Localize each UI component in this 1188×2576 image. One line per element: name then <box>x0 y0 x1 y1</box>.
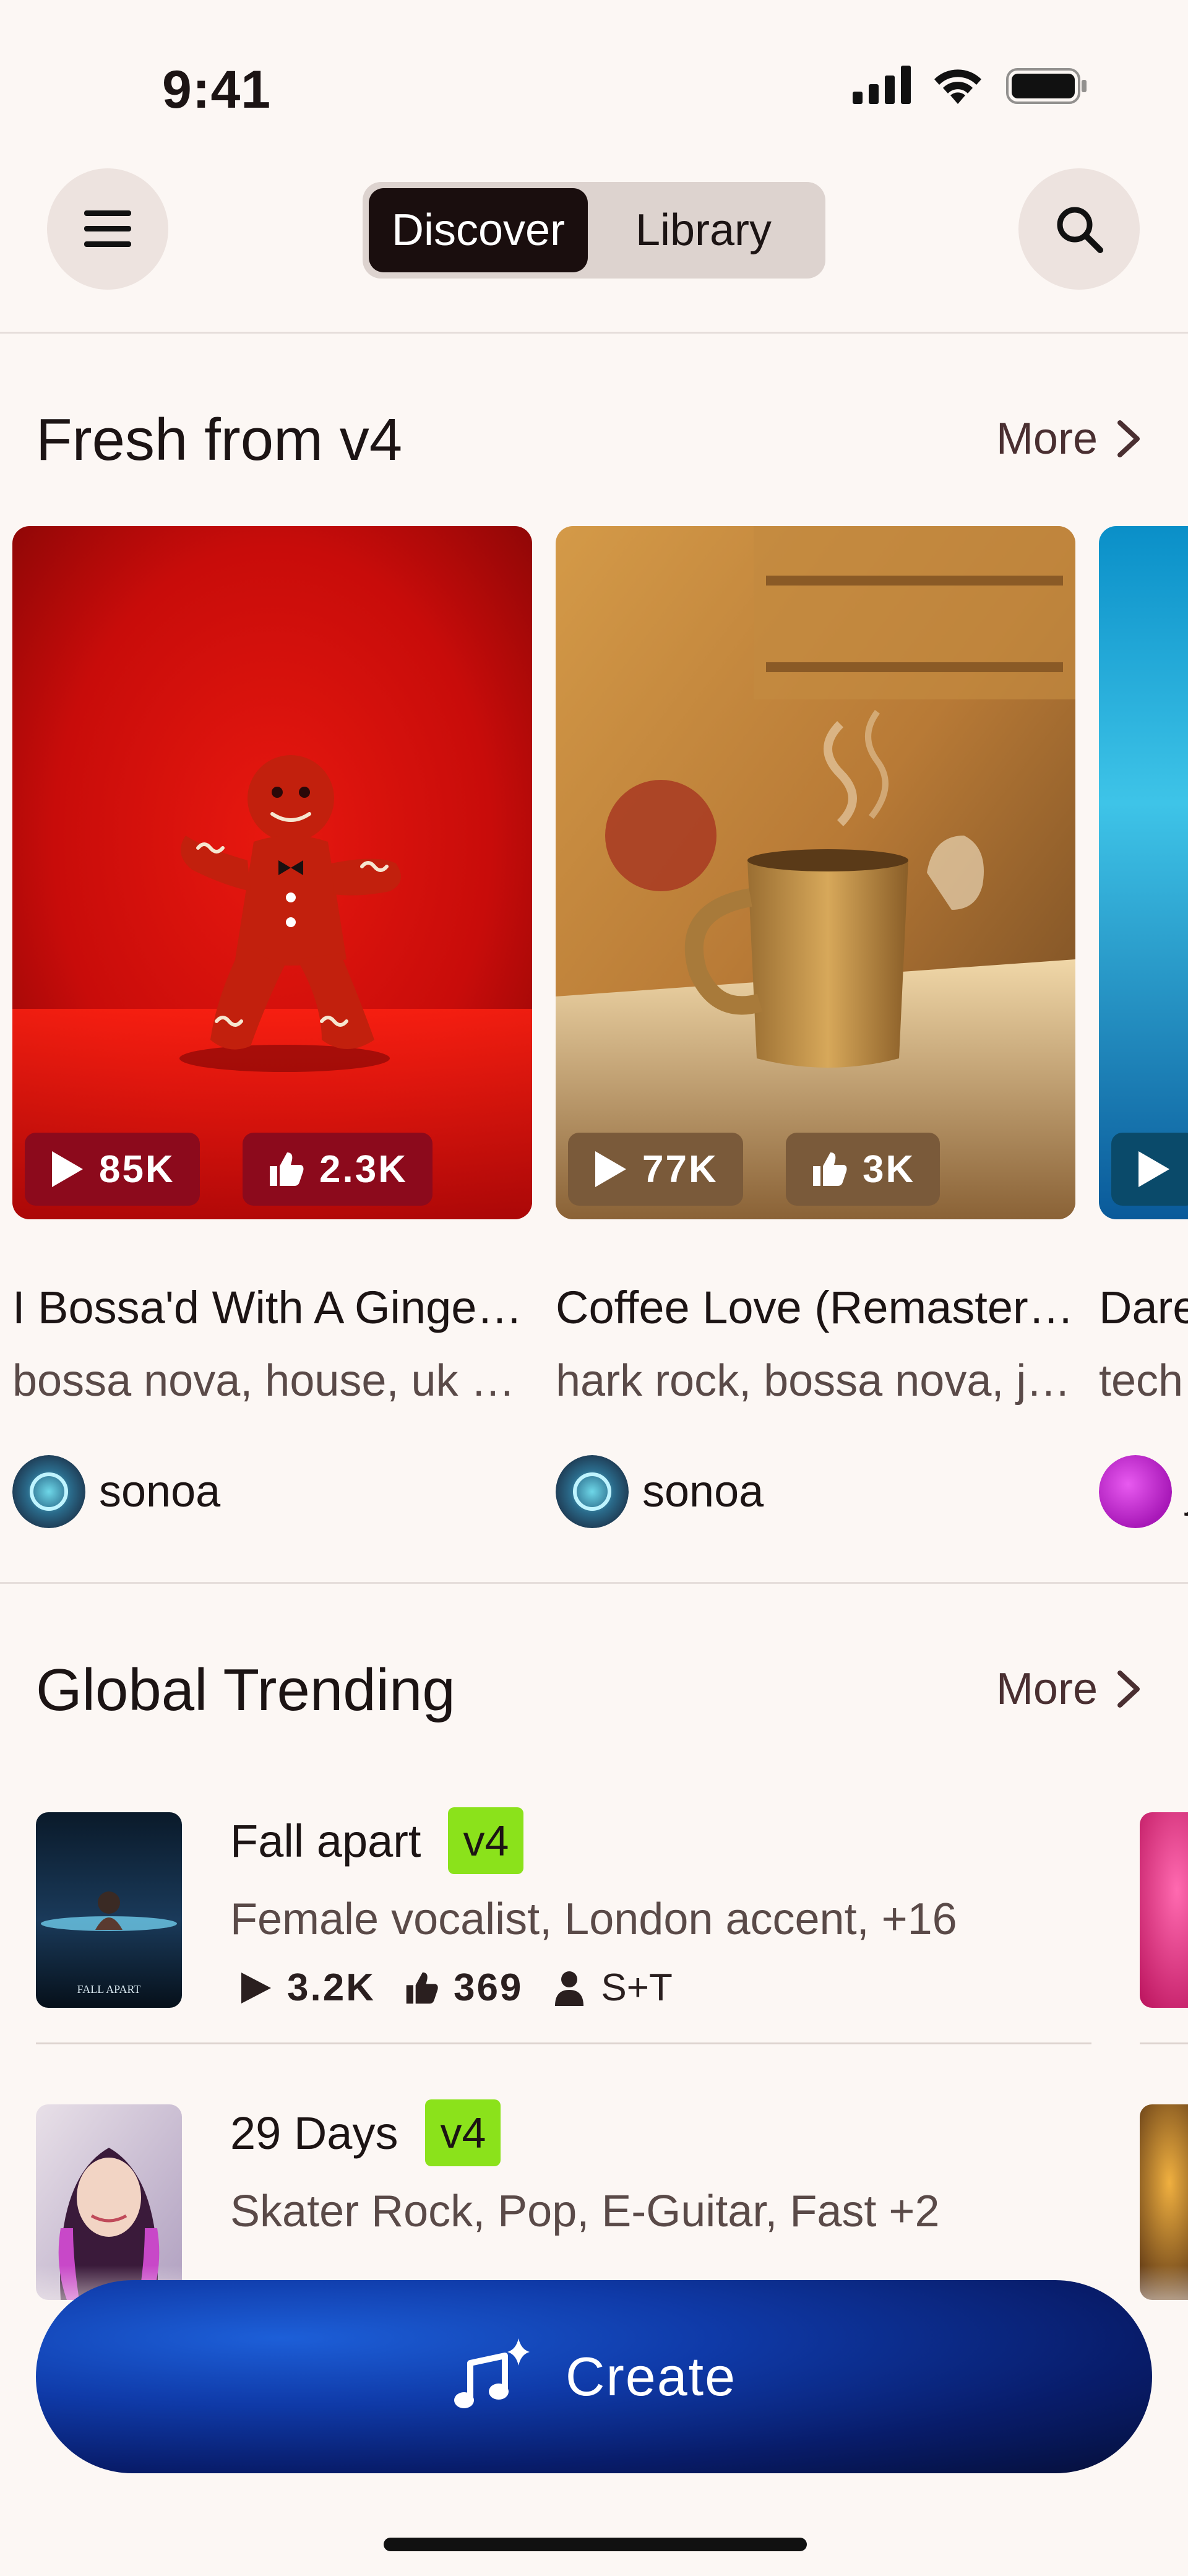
author-name: j <box>1186 1466 1188 1517</box>
music-sparkle-icon <box>454 2338 530 2408</box>
version-badge: v4 <box>425 2099 501 2166</box>
author-stat[interactable]: S+T <box>551 1966 673 2010</box>
play-icon <box>52 1151 83 1187</box>
avatar <box>556 1455 629 1528</box>
song-author[interactable]: sonoa <box>12 1454 220 1529</box>
play-stat: 3.2K <box>238 1966 376 2010</box>
like-count: 2.3K <box>319 1148 408 1191</box>
author-name: sonoa <box>99 1467 221 1516</box>
create-label: Create <box>565 2346 737 2407</box>
song-title[interactable]: 29 Days <box>230 2107 398 2159</box>
trending-row[interactable]: FALL APART Fall apart v4 Female vocalist… <box>0 1807 1188 2042</box>
home-indicator[interactable] <box>384 2538 807 2551</box>
chevron-right-icon <box>1117 420 1140 457</box>
song-title[interactable]: Coffee Love (Remastered) <box>556 1281 1075 1334</box>
song-card[interactable]: Dare tech j <box>1099 526 1188 1528</box>
play-count: 77K <box>642 1148 718 1191</box>
discover-screen: 9:41 Discover Library Fresh from v4 More… <box>0 0 1188 2576</box>
battery-icon <box>1006 68 1087 104</box>
play-icon <box>595 1151 626 1187</box>
song-title-line: 29 Days v4 <box>230 2099 501 2166</box>
play-count: 85K <box>99 1148 175 1191</box>
song-stats: 3.2K 369 S+T <box>238 1966 682 2010</box>
section-divider <box>0 1582 1188 1584</box>
song-card[interactable]: 85K 2.3K I Bossa'd With A Gingerbread Ma… <box>12 526 532 1528</box>
nav-divider <box>0 332 1188 334</box>
song-cover[interactable]: FALL APART <box>36 1812 182 2008</box>
song-title-line: Fall apart v4 <box>230 1807 524 1874</box>
avatar <box>12 1455 85 1528</box>
author-name: sonoa <box>642 1467 764 1516</box>
fresh-more-link[interactable]: More <box>996 413 1142 464</box>
play-count-chip: 85K <box>25 1133 200 1206</box>
tab-discover[interactable]: Discover <box>369 188 588 272</box>
play-icon <box>241 1972 271 2003</box>
section-title-fresh: Fresh from v4 <box>36 407 403 473</box>
thumbs-up-icon <box>406 1972 438 2003</box>
song-cover[interactable] <box>1140 1812 1188 2008</box>
author-name: S+T <box>601 1966 673 2009</box>
play-count-chip <box>1111 1133 1188 1206</box>
song-author[interactable]: sonoa <box>556 1454 764 1529</box>
status-time: 9:41 <box>162 60 272 119</box>
song-title[interactable]: Fall apart <box>230 1815 421 1867</box>
section-title-trending: Global Trending <box>36 1657 455 1723</box>
song-title[interactable]: Dare <box>1099 1281 1188 1334</box>
view-switcher: Discover Library <box>363 182 825 279</box>
song-tags: Skater Rock, Pop, E-Guitar, Fast +2 <box>230 2187 940 2236</box>
menu-button[interactable] <box>47 168 168 290</box>
song-tags: Female vocalist, London accent, +16 <box>230 1895 957 1944</box>
play-icon <box>1138 1151 1169 1187</box>
status-bar: 9:41 <box>0 0 1188 149</box>
avatar <box>1099 1455 1172 1528</box>
fresh-more-label: More <box>996 414 1098 464</box>
ocean-artwork <box>1099 526 1188 1219</box>
row-divider <box>36 2042 1091 2044</box>
cellular-signal-icon <box>853 66 911 104</box>
like-count-chip: 3K <box>786 1133 940 1206</box>
like-count: 3K <box>863 1148 916 1191</box>
coffee-mug-artwork <box>556 526 1075 1219</box>
search-button[interactable] <box>1018 168 1140 290</box>
song-tags: tech <box>1099 1356 1184 1406</box>
trending-more-link[interactable]: More <box>996 1664 1142 1714</box>
song-card[interactable]: 77K 3K Coffee Love (Remastered) hark roc… <box>556 526 1075 1528</box>
wifi-icon <box>934 69 981 104</box>
person-icon <box>555 1971 584 2006</box>
fall-apart-cover: FALL APART <box>36 1812 182 2008</box>
song-artwork[interactable]: 85K 2.3K <box>12 526 532 1219</box>
song-tags: hark rock, bossa nova, jazz <box>556 1356 1075 1406</box>
thumbs-up-icon <box>270 1152 304 1186</box>
create-button[interactable]: Create <box>36 2280 1152 2473</box>
trending-more-label: More <box>996 1664 1098 1714</box>
play-count-chip: 77K <box>568 1133 743 1206</box>
svg-text:FALL APART: FALL APART <box>77 1983 141 1995</box>
song-artwork[interactable]: 77K 3K <box>556 526 1075 1219</box>
thumbs-up-icon <box>813 1152 847 1186</box>
gingerbread-artwork <box>12 526 532 1219</box>
play-count: 3.2K <box>287 1966 376 2009</box>
search-icon <box>1057 207 1103 253</box>
row-divider <box>1140 2042 1188 2044</box>
like-stat: 369 <box>404 1966 523 2010</box>
song-title[interactable]: I Bossa'd With A Gingerbread Man <box>12 1281 532 1334</box>
hamburger-icon <box>84 210 131 247</box>
like-count-chip: 2.3K <box>243 1133 433 1206</box>
version-badge: v4 <box>448 1807 524 1874</box>
chevron-right-icon <box>1117 1671 1140 1708</box>
song-tags: bossa nova, house, uk garage <box>12 1356 532 1406</box>
like-count: 369 <box>453 1966 523 2009</box>
song-author[interactable]: j <box>1099 1454 1188 1529</box>
trending-row[interactable]: 29 Days v4 Skater Rock, Pop, E-Guitar, F… <box>0 2099 1188 2300</box>
tab-library[interactable]: Library <box>588 188 819 272</box>
song-artwork[interactable] <box>1099 526 1188 1219</box>
